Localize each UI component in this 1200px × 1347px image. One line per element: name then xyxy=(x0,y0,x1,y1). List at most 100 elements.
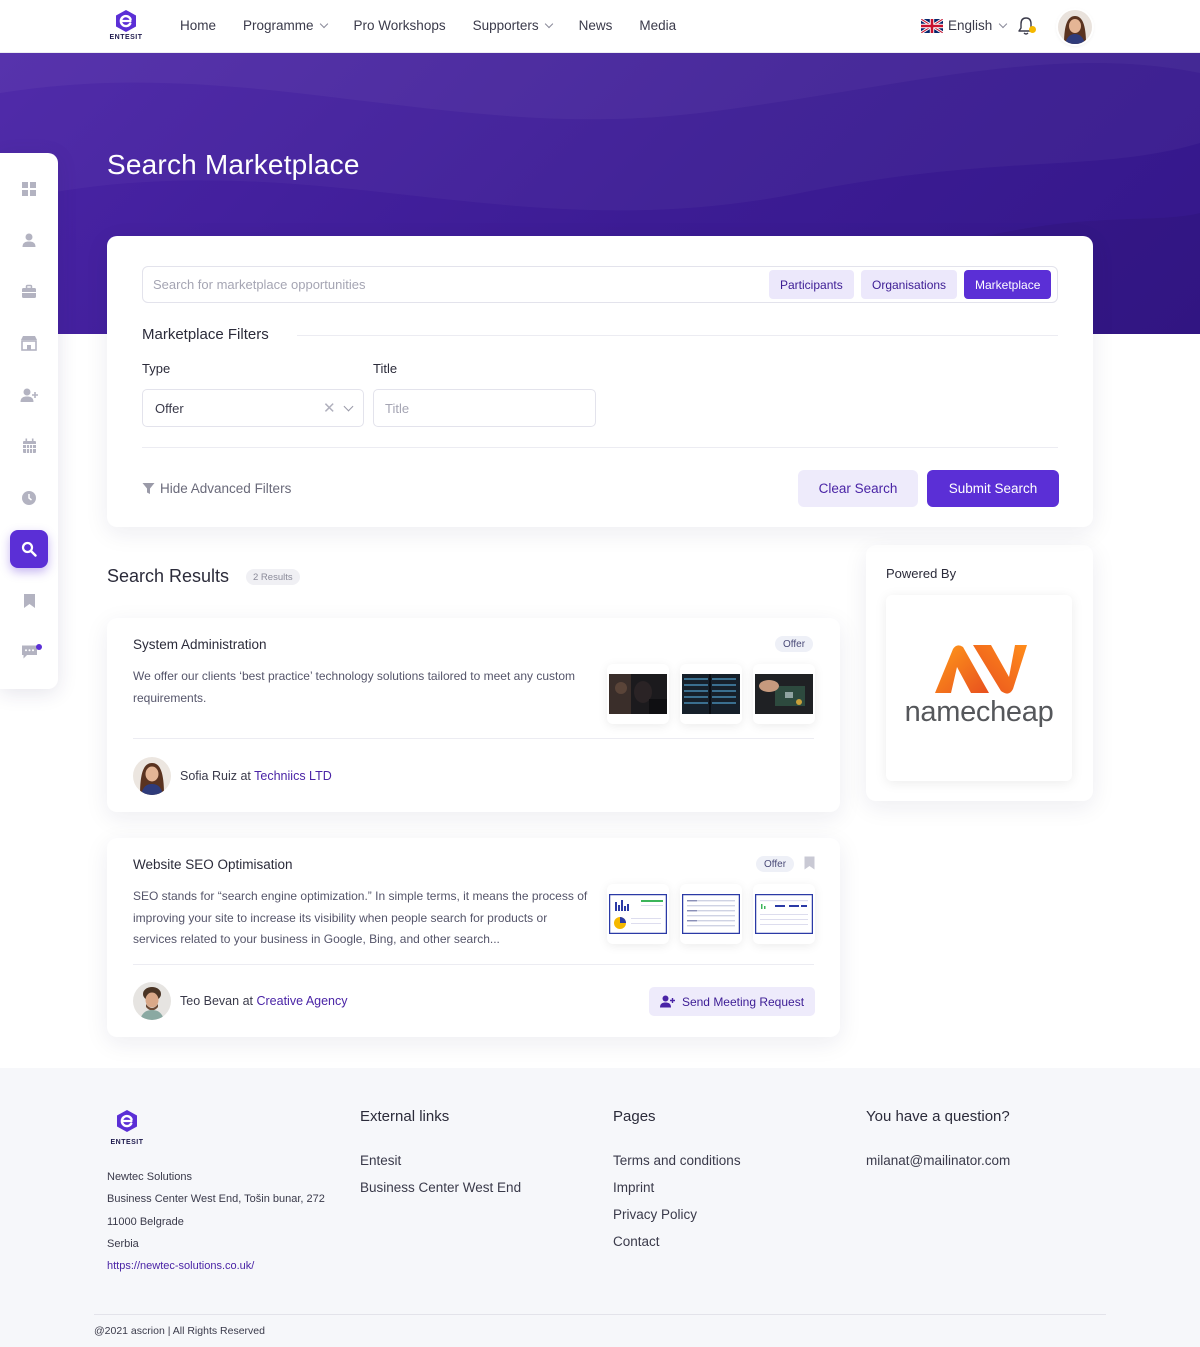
send-meeting-request-button[interactable]: Send Meeting Request xyxy=(649,987,815,1016)
title-field[interactable] xyxy=(373,389,596,427)
result-image[interactable] xyxy=(753,884,815,944)
sidebar-item-search[interactable] xyxy=(10,530,48,568)
user-icon xyxy=(22,233,36,247)
result-description: SEO stands for “search engine optimizati… xyxy=(133,889,588,946)
result-image[interactable] xyxy=(753,664,815,724)
sidebar-item-marketplace[interactable] xyxy=(10,324,48,362)
result-card[interactable]: System Administration Offer We offer our… xyxy=(107,618,840,812)
search-input[interactable] xyxy=(153,267,753,302)
footer-link[interactable]: Contact xyxy=(613,1228,741,1255)
sponsor-panel: Powered By namecheap xyxy=(866,545,1093,801)
result-title[interactable]: Website SEO Optimisation xyxy=(133,857,293,872)
nav-programme[interactable]: Programme xyxy=(243,18,328,33)
type-select[interactable]: Offer ✕ xyxy=(142,389,364,427)
result-card[interactable]: Website SEO Optimisation Offer SEO stand… xyxy=(107,838,840,1037)
notifications-button[interactable] xyxy=(1017,16,1037,38)
footer-link[interactable]: Business Center West End xyxy=(360,1174,521,1201)
sidebar xyxy=(0,153,58,689)
sidebar-item-profile[interactable] xyxy=(10,221,48,259)
address-line: Serbia xyxy=(107,1237,139,1250)
user-avatar[interactable] xyxy=(1058,10,1092,44)
avatar[interactable] xyxy=(133,982,171,1020)
sidebar-item-bookmarks[interactable] xyxy=(10,582,48,620)
sidebar-item-jobs[interactable] xyxy=(10,273,48,311)
uk-flag-icon xyxy=(921,18,943,33)
submit-search-button[interactable]: Submit Search xyxy=(927,470,1059,507)
nav-pro-workshops[interactable]: Pro Workshops xyxy=(354,18,446,33)
sidebar-item-calendar[interactable] xyxy=(10,427,48,465)
tab-organisations[interactable]: Organisations xyxy=(861,270,958,299)
page-title: Search Marketplace xyxy=(107,149,360,180)
notification-dot xyxy=(36,644,42,650)
clear-icon[interactable]: ✕ xyxy=(323,399,336,417)
calendar-icon xyxy=(22,438,36,453)
chevron-down-icon xyxy=(544,19,553,28)
footer-heading: You have a question? xyxy=(866,1108,1010,1125)
company-website-link[interactable]: https://newtec-solutions.co.uk/ xyxy=(107,1260,254,1272)
nav-home[interactable]: Home xyxy=(180,18,216,33)
namecheap-logo-icon xyxy=(935,645,1027,694)
nav-media[interactable]: Media xyxy=(639,18,676,33)
language-selector[interactable]: English xyxy=(921,18,1008,33)
footer-link[interactable]: Entesit xyxy=(360,1147,521,1174)
footer-heading: Pages xyxy=(613,1108,656,1125)
chat-icon xyxy=(21,645,37,659)
filters-heading: Marketplace Filters xyxy=(142,326,269,343)
footer-link[interactable]: Terms and conditions xyxy=(613,1147,741,1174)
avatar[interactable] xyxy=(133,757,171,795)
chevron-down-icon[interactable] xyxy=(343,401,354,412)
copyright: @2021 ascrion | All Rights Reserved xyxy=(94,1325,265,1337)
footer: ENTESIT Newtec Solutions Business Center… xyxy=(0,1068,1200,1347)
address-line: Newtec Solutions xyxy=(107,1171,192,1183)
sponsor-logo-text: namecheap xyxy=(904,696,1054,728)
search-panel: Participants Organisations Marketplace M… xyxy=(107,236,1093,527)
nav-news[interactable]: News xyxy=(579,18,613,33)
logo-text: ENTESIT xyxy=(109,34,143,41)
clear-search-button[interactable]: Clear Search xyxy=(798,470,918,507)
chevron-down-icon xyxy=(999,19,1008,28)
notification-dot xyxy=(1029,26,1036,33)
footer-link[interactable]: Privacy Policy xyxy=(613,1201,741,1228)
result-image[interactable] xyxy=(680,884,742,944)
contact-email-link[interactable]: milanat@mailinator.com xyxy=(866,1147,1010,1174)
send-meeting-request-label: Send Meeting Request xyxy=(681,994,805,1009)
result-image[interactable] xyxy=(607,664,669,724)
owner-at: at xyxy=(242,994,253,1008)
entesit-logo[interactable]: ENTESIT xyxy=(106,9,146,41)
sponsor-logo[interactable]: namecheap xyxy=(886,595,1072,781)
tab-marketplace[interactable]: Marketplace xyxy=(964,270,1052,299)
nav-supporters[interactable]: Supporters xyxy=(473,18,553,33)
owner-at: at xyxy=(240,769,251,783)
chevron-down-icon xyxy=(319,19,328,28)
address-line: 11000 Belgrade xyxy=(107,1215,184,1228)
organisation-link[interactable]: Techniics LTD xyxy=(254,769,332,783)
result-image[interactable] xyxy=(680,664,742,724)
tab-participants[interactable]: Participants xyxy=(769,270,854,299)
result-image[interactable] xyxy=(607,884,669,944)
sidebar-item-messages[interactable] xyxy=(10,633,48,671)
bookmark-icon[interactable] xyxy=(804,856,815,870)
divider xyxy=(133,738,814,739)
footer-link[interactable]: Imprint xyxy=(613,1174,741,1201)
sidebar-item-add-contact[interactable] xyxy=(10,376,48,414)
results-count-badge: 2 Results xyxy=(246,569,300,585)
add-user-icon xyxy=(20,388,38,402)
title-label: Title xyxy=(373,361,398,376)
result-title[interactable]: System Administration xyxy=(133,637,267,652)
footer-column-pages: Pages Terms and conditions Imprint Priva… xyxy=(613,1108,741,1255)
result-description: We offer our clients ‘best practice’ tec… xyxy=(133,669,576,705)
search-bar: Participants Organisations Marketplace xyxy=(142,266,1058,303)
entesit-logo-icon xyxy=(116,10,136,32)
sidebar-item-history[interactable] xyxy=(10,479,48,517)
advanced-filters-toggle[interactable]: Hide Advanced Filters xyxy=(142,481,291,496)
owner-name: Teo Bevan xyxy=(180,994,240,1008)
divider xyxy=(133,964,814,965)
organisation-link[interactable]: Creative Agency xyxy=(256,994,347,1008)
results-heading: Search Results xyxy=(107,566,230,586)
briefcase-icon xyxy=(22,284,36,298)
advanced-filters-label: Hide Advanced Filters xyxy=(160,481,292,496)
sidebar-item-dashboard[interactable] xyxy=(10,170,48,208)
type-label: Type xyxy=(142,361,171,376)
owner-name: Sofia Ruiz xyxy=(180,769,237,783)
footer-logo[interactable]: ENTESIT xyxy=(107,1109,147,1146)
